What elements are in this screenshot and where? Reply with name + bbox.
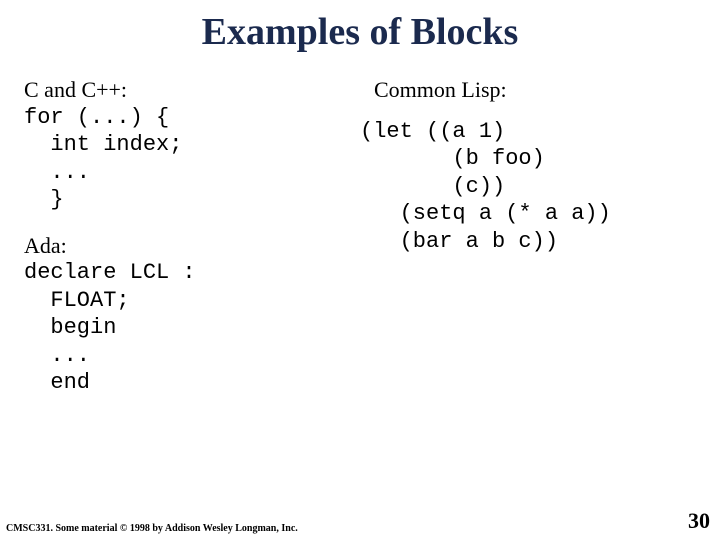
c-label: C and C++:	[24, 76, 360, 104]
slide-body: C and C++: for (...) { int index; ... } …	[0, 54, 720, 415]
page-number: 30	[688, 508, 710, 534]
spacer	[360, 104, 696, 118]
ada-code: declare LCL : FLOAT; begin ... end	[24, 259, 360, 397]
right-column: Common Lisp: (let ((a 1) (b foo) (c)) (s…	[360, 76, 696, 415]
lisp-label: Common Lisp:	[360, 76, 696, 104]
left-column: C and C++: for (...) { int index; ... } …	[24, 76, 360, 415]
slide: Examples of Blocks C and C++: for (...) …	[0, 0, 720, 540]
ada-block: Ada: declare LCL : FLOAT; begin ... end	[24, 232, 360, 397]
c-block: C and C++: for (...) { int index; ... }	[24, 76, 360, 214]
footer-text: CMSC331. Some material © 1998 by Addison…	[6, 523, 298, 534]
c-code: for (...) { int index; ... }	[24, 104, 360, 214]
slide-title: Examples of Blocks	[0, 0, 720, 54]
lisp-code: (let ((a 1) (b foo) (c)) (setq a (* a a)…	[360, 118, 696, 256]
ada-label: Ada:	[24, 232, 360, 260]
lisp-block: Common Lisp: (let ((a 1) (b foo) (c)) (s…	[360, 76, 696, 255]
